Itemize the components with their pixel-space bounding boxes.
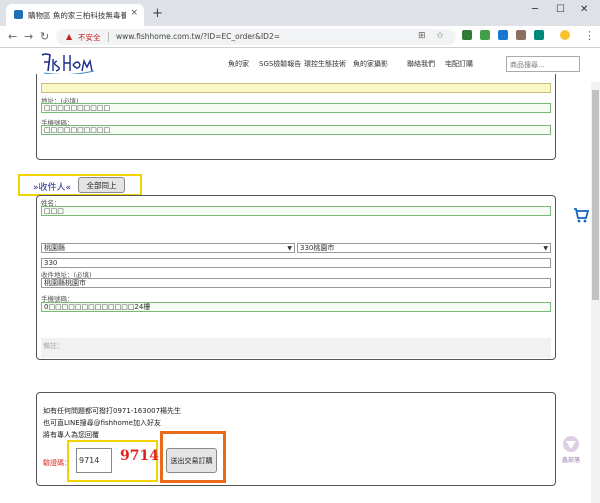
recipient-card: 姓名： □□□ 桃園縣 ▼ 330桃園市 ▼ 330 收件地址：(必填) 桃園縣… xyxy=(36,195,556,360)
profile-avatar[interactable] xyxy=(560,30,570,40)
zip-field[interactable]: 330 xyxy=(41,258,551,268)
recipient-phone-field[interactable]: 0□□□□□□□□□□□□□24樓 xyxy=(41,302,551,312)
new-tab-button[interactable]: + xyxy=(152,6,163,21)
close-tab-icon[interactable]: × xyxy=(130,8,138,18)
extension-icon[interactable] xyxy=(480,30,490,40)
contact-line-phone: 如有任何問題都可撥打0971-163007楊先生 xyxy=(43,407,182,415)
recipient-name-field[interactable]: □□□ xyxy=(41,206,551,216)
cart-icon[interactable] xyxy=(573,207,589,223)
reload-button[interactable]: ↻ xyxy=(40,30,49,43)
extension-icon[interactable] xyxy=(462,30,472,40)
recipient-section-title: »收件人« xyxy=(33,180,71,193)
sender-top-field[interactable] xyxy=(41,83,551,93)
contact-line-line: 也可直LINE搜尋@fishhome加入好友 xyxy=(43,419,161,427)
district-select-value: 330桃園市 xyxy=(300,244,335,252)
translate-icon[interactable]: ⊞ xyxy=(418,31,426,41)
recipient-title-text: 收件人 xyxy=(38,183,66,193)
browser-tabstrip: 購物區 魚的家三柏科技無毒養殖 × + ─ ☐ ✕ xyxy=(0,0,600,26)
submit-order-button[interactable]: 送出交易訂購 xyxy=(166,448,217,473)
security-label[interactable]: 不安全 xyxy=(78,32,101,43)
tab-title: 購物區 魚的家三柏科技無毒養殖 xyxy=(28,11,126,20)
sender-card: 地址：(必填) □□□□□□□□□□ 手機號碼： □□□□□□□□□□ xyxy=(36,74,556,160)
dropdown-caret-icon: ▼ xyxy=(543,245,548,252)
captcha-input[interactable]: 9714 xyxy=(76,448,112,473)
nav-link-order[interactable]: 宅配訂購 xyxy=(445,59,473,69)
order-page: 地址：(必填) □□□□□□□□□□ 手機號碼： □□□□□□□□□□ »收件人… xyxy=(0,74,600,503)
site-search-input[interactable]: 商品搜尋... xyxy=(506,56,580,72)
contact-line-reply: 將有專人為您回覆 xyxy=(43,431,99,439)
nav-link-home[interactable]: 魚的家 xyxy=(228,59,249,69)
watermark-logo xyxy=(563,436,579,452)
browser-menu-icon[interactable]: ⋮ xyxy=(584,29,595,42)
extension-icon[interactable] xyxy=(498,30,508,40)
same-as-above-button[interactable]: 全部同上 xyxy=(78,177,125,193)
page-scrollbar[interactable] xyxy=(591,82,600,503)
county-select-value: 桃園縣 xyxy=(44,244,65,252)
chevron-left-icon: « xyxy=(65,183,72,193)
sender-address-field[interactable]: □□□□□□□□□□ xyxy=(41,103,551,113)
close-window-button[interactable]: ✕ xyxy=(580,4,588,15)
browser-tab[interactable]: 購物區 魚的家三柏科技無毒養殖 × xyxy=(6,4,144,26)
extension-icon[interactable] xyxy=(534,30,544,40)
warning-icon[interactable]: ▲ xyxy=(66,32,72,41)
extension-icon[interactable] xyxy=(516,30,526,40)
browser-toolbar: ← → ↻ ▲ 不安全 www.fishhome.com.tw/?ID=EC_o… xyxy=(0,26,600,48)
recipient-address-field[interactable]: 桃園縣桃園市 xyxy=(41,278,551,288)
county-select[interactable]: 桃園縣 ▼ xyxy=(41,243,295,253)
sender-phone-field[interactable]: □□□□□□□□□□ xyxy=(41,125,551,135)
nav-link-sgs[interactable]: SGS檢驗報告 xyxy=(259,59,301,69)
dropdown-caret-icon: ▼ xyxy=(287,245,292,252)
nav-link-contact[interactable]: 聯絡我們 xyxy=(407,59,435,69)
maximize-button[interactable]: ☐ xyxy=(556,4,565,15)
captcha-code: 9714 xyxy=(120,448,159,464)
watermark-text: 鑫部落 xyxy=(562,457,581,464)
minimize-button[interactable]: ─ xyxy=(532,4,538,15)
nav-link-eco[interactable]: 環控生態技術 xyxy=(304,59,346,69)
nav-link-photo[interactable]: 魚的家攝影 xyxy=(353,59,388,69)
scrollbar-thumb[interactable] xyxy=(592,90,599,300)
star-icon[interactable]: ☆ xyxy=(436,31,444,41)
forward-button[interactable]: → xyxy=(24,30,33,43)
favicon-icon xyxy=(14,10,23,19)
address-bar[interactable]: ▲ 不安全 www.fishhome.com.tw/?ID=EC_order&I… xyxy=(56,29,456,45)
district-select[interactable]: 330桃園市 ▼ xyxy=(297,243,551,253)
divider xyxy=(108,32,109,42)
back-button[interactable]: ← xyxy=(8,30,17,43)
url-text[interactable]: www.fishhome.com.tw/?ID=EC_order&ID2= xyxy=(116,32,280,41)
note-textarea[interactable]: 備註： xyxy=(41,338,551,358)
